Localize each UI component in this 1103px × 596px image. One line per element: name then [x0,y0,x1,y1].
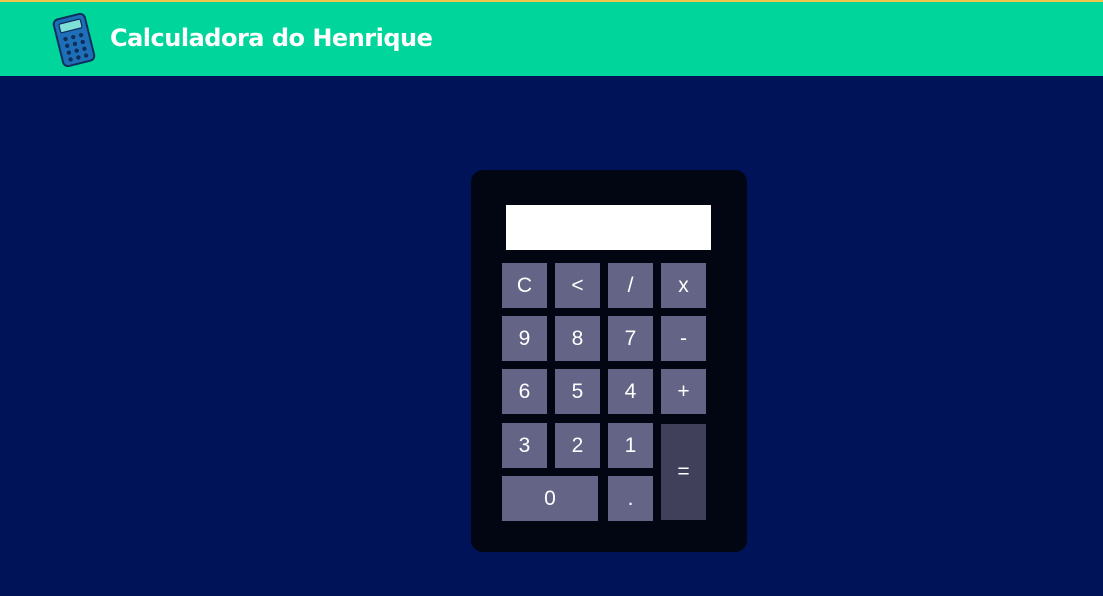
digit-3-button[interactable]: 3 [502,423,547,468]
equals-button[interactable]: = [661,424,706,520]
page-title: Calculadora do Henrique [110,24,433,52]
digit-5-button[interactable]: 5 [555,369,600,414]
digit-6-button[interactable]: 6 [502,369,547,414]
clear-button[interactable]: C [502,263,547,308]
digit-1-button[interactable]: 1 [608,423,653,468]
calculator-icon [52,12,96,68]
minus-button[interactable]: - [661,316,706,361]
digit-4-button[interactable]: 4 [608,369,653,414]
digit-8-button[interactable]: 8 [555,316,600,361]
decimal-button[interactable]: . [608,476,653,521]
divide-button[interactable]: / [608,263,653,308]
digit-0-button[interactable]: 0 [502,476,598,521]
calculator-body: C < / x 9 8 7 - 6 5 4 + 3 2 1 = 0 . [471,170,747,552]
app-header: Calculadora do Henrique [0,0,1103,76]
calculator-display [506,205,711,250]
plus-button[interactable]: + [661,369,706,414]
backspace-button[interactable]: < [555,263,600,308]
digit-7-button[interactable]: 7 [608,316,653,361]
digit-2-button[interactable]: 2 [555,423,600,468]
digit-9-button[interactable]: 9 [502,316,547,361]
multiply-button[interactable]: x [661,263,706,308]
